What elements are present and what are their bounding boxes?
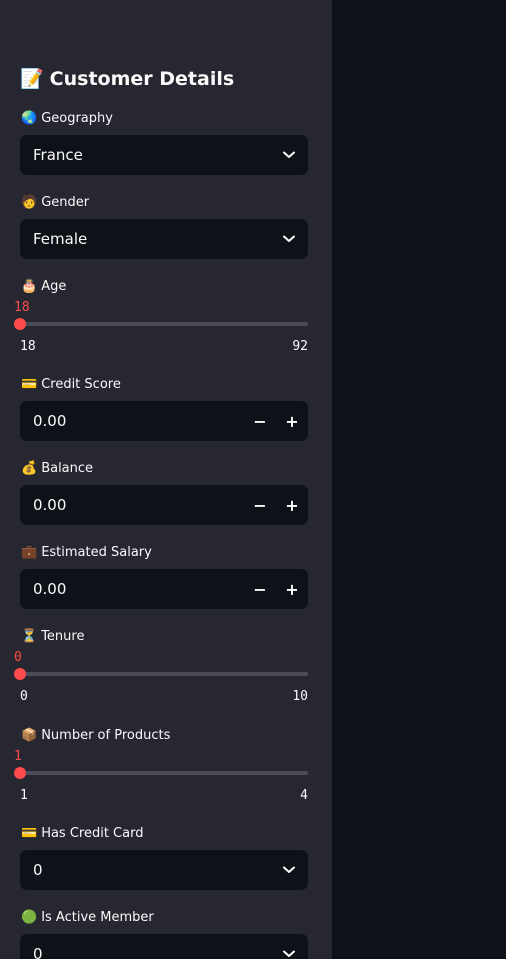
estimated-salary-value[interactable]: 0.00	[33, 580, 244, 598]
age-slider-value: 18	[14, 300, 30, 315]
balance-label-text: Balance	[41, 461, 94, 476]
num-products-label: 📦 Number of Products	[21, 727, 170, 745]
age-slider[interactable]: 18 18 92	[14, 300, 308, 356]
tenure-slider-thumb[interactable]	[14, 668, 26, 680]
tenure-slider-min: 0	[20, 689, 28, 704]
chevron-down-icon	[282, 863, 296, 877]
num-products-slider-value: 1	[14, 749, 22, 764]
minus-icon: −	[253, 579, 267, 599]
hourglass-icon: ⏳	[21, 629, 38, 644]
plus-icon: +	[285, 579, 299, 599]
age-label-text: Age	[41, 279, 67, 294]
tenure-slider[interactable]: 0 0 10	[14, 650, 308, 706]
estimated-salary-decrement-button[interactable]: −	[244, 569, 276, 609]
estimated-salary-increment-button[interactable]: +	[276, 569, 308, 609]
tenure-slider-track[interactable]	[20, 672, 308, 676]
sidebar: 📝 Customer Details 🌏 Geography France 🧑 Gen…	[0, 0, 332, 959]
geography-label-text: Geography	[41, 111, 113, 126]
age-slider-min: 18	[20, 339, 36, 354]
geography-label: 🌏 Geography	[21, 110, 113, 128]
person-icon: 🧑	[21, 195, 38, 210]
tenure-slider-max: 10	[292, 689, 308, 704]
credit-score-input[interactable]: 0.00 − +	[20, 401, 308, 441]
main-content-area	[332, 0, 506, 959]
has-credit-card-label: 💳 Has Credit Card	[21, 825, 143, 843]
tenure-slider-value: 0	[14, 650, 22, 665]
chevron-down-icon	[282, 232, 296, 246]
is-active-member-label: 🟢 Is Active Member	[21, 909, 154, 927]
chevron-down-icon	[282, 148, 296, 162]
num-products-slider-thumb[interactable]	[14, 767, 26, 779]
chevron-down-icon	[282, 947, 296, 959]
num-products-slider-max: 4	[300, 788, 308, 803]
age-slider-max: 92	[292, 339, 308, 354]
credit-card-icon: 💳	[21, 377, 38, 392]
has-credit-card-value: 0	[33, 861, 43, 879]
age-slider-track[interactable]	[20, 322, 308, 326]
cake-icon: 🎂	[21, 279, 38, 294]
gender-label-text: Gender	[41, 195, 90, 210]
has-credit-card-select[interactable]: 0	[20, 850, 308, 890]
globe-icon: 🌏	[21, 111, 38, 126]
tenure-label-text: Tenure	[41, 629, 85, 644]
num-products-label-text: Number of Products	[41, 728, 171, 743]
package-icon: 📦	[21, 728, 38, 743]
num-products-slider-min: 1	[20, 788, 28, 803]
num-products-slider[interactable]: 1 1 4	[14, 749, 308, 805]
minus-icon: −	[253, 495, 267, 515]
sidebar-title: 📝 Customer Details	[20, 66, 234, 92]
credit-card-icon: 💳	[21, 826, 38, 841]
is-active-member-label-text: Is Active Member	[41, 910, 154, 925]
money-bag-icon: 💰	[21, 461, 38, 476]
balance-decrement-button[interactable]: −	[244, 485, 276, 525]
is-active-member-select[interactable]: 0	[20, 934, 308, 959]
credit-score-decrement-button[interactable]: −	[244, 401, 276, 441]
age-label: 🎂 Age	[21, 278, 66, 296]
balance-increment-button[interactable]: +	[276, 485, 308, 525]
geography-select[interactable]: France	[20, 135, 308, 175]
credit-score-increment-button[interactable]: +	[276, 401, 308, 441]
age-slider-thumb[interactable]	[14, 318, 26, 330]
credit-score-label-text: Credit Score	[41, 377, 121, 392]
gender-label: 🧑 Gender	[21, 194, 89, 212]
briefcase-icon: 💼	[21, 545, 38, 560]
plus-icon: +	[285, 495, 299, 515]
has-credit-card-label-text: Has Credit Card	[41, 826, 144, 841]
plus-icon: +	[285, 411, 299, 431]
credit-score-label: 💳 Credit Score	[21, 376, 121, 394]
estimated-salary-label: 💼 Estimated Salary	[21, 544, 152, 562]
gender-select[interactable]: Female	[20, 219, 308, 259]
balance-input[interactable]: 0.00 − +	[20, 485, 308, 525]
gender-value: Female	[33, 230, 88, 248]
green-circle-icon: 🟢	[21, 910, 38, 925]
memo-icon: 📝	[20, 68, 44, 90]
estimated-salary-input[interactable]: 0.00 − +	[20, 569, 308, 609]
balance-label: 💰 Balance	[21, 460, 93, 478]
tenure-label: ⏳ Tenure	[21, 628, 84, 646]
balance-value[interactable]: 0.00	[33, 496, 244, 514]
credit-score-value[interactable]: 0.00	[33, 412, 244, 430]
estimated-salary-label-text: Estimated Salary	[41, 545, 152, 560]
minus-icon: −	[253, 411, 267, 431]
sidebar-title-text: Customer Details	[49, 68, 235, 90]
num-products-slider-track[interactable]	[20, 771, 308, 775]
geography-value: France	[33, 146, 83, 164]
is-active-member-value: 0	[33, 945, 43, 959]
